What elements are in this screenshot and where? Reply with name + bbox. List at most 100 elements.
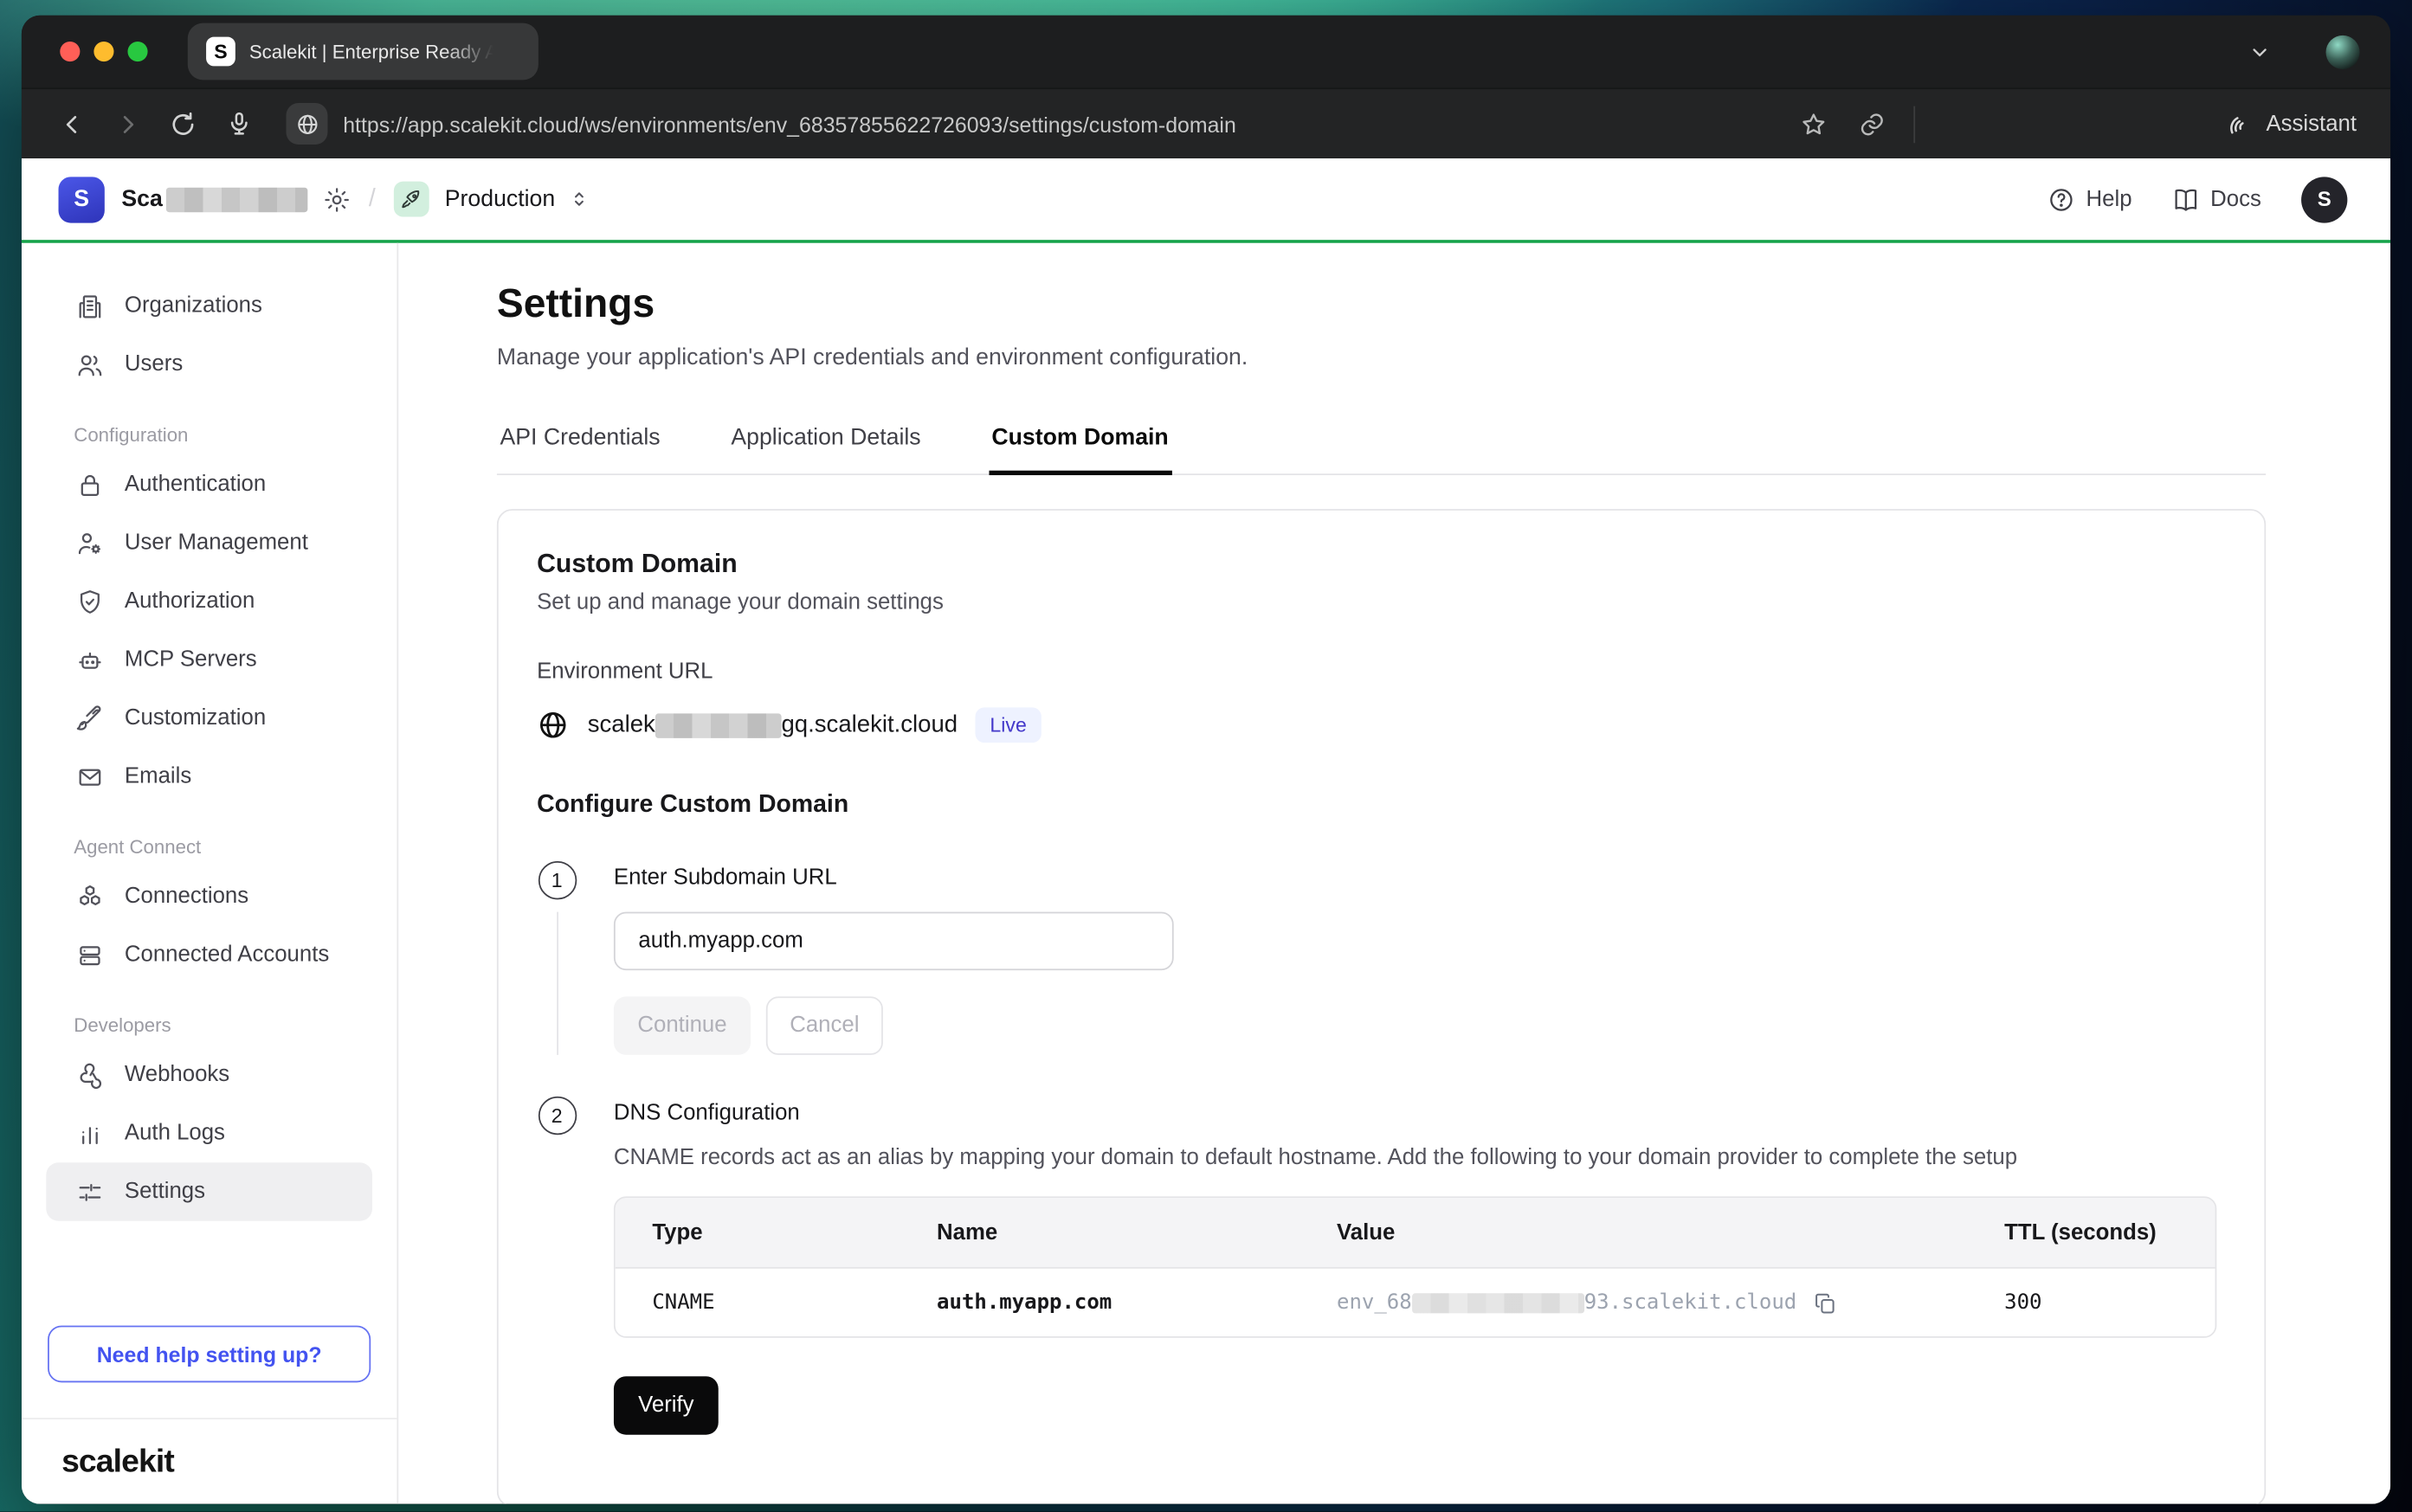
assistant-button[interactable]: Assistant [2226, 110, 2357, 138]
robot-icon [74, 645, 105, 674]
record-ttl: 300 [1968, 1290, 2215, 1315]
sidebar-item-connections[interactable]: Connections [46, 867, 372, 926]
environment-name[interactable]: Production [445, 186, 555, 212]
column-header-type: Type [616, 1220, 900, 1245]
sidebar-item-authorization[interactable]: Authorization [46, 572, 372, 631]
browser-profile-avatar[interactable] [2325, 35, 2359, 68]
site-globe-icon[interactable] [286, 103, 327, 145]
record-value-prefix: env_68 [1337, 1290, 1412, 1315]
help-button[interactable]: Help [2048, 185, 2131, 213]
sidebar-footer: scalekit [22, 1418, 397, 1504]
sidebar: Organizations Users Configuration Authen… [22, 243, 398, 1504]
continue-button[interactable]: Continue [614, 996, 751, 1055]
sidebar-item-webhooks[interactable]: Webhooks [46, 1046, 372, 1104]
environment-url-value: scalekgq.scalekit.cloud [588, 711, 958, 739]
browser-tab-bar: S Scalekit | Enterprise Ready A [22, 16, 2390, 88]
sidebar-item-label: Users [125, 352, 183, 376]
scalekit-app: S Sca / Production [22, 158, 2390, 1504]
tab-application-details[interactable]: Application Details [728, 409, 924, 475]
verify-button[interactable]: Verify [614, 1376, 719, 1435]
close-button[interactable] [60, 42, 80, 61]
user-gear-icon [74, 528, 105, 557]
sidebar-item-authentication[interactable]: Authentication [46, 455, 372, 514]
workspace-name-prefix: Sca [121, 186, 162, 212]
sidebar-item-customization[interactable]: Customization [46, 689, 372, 748]
step-2-number: 2 [538, 1097, 576, 1135]
sidebar-item-mcp-servers[interactable]: MCP Servers [46, 630, 372, 689]
zoom-button[interactable] [127, 42, 147, 61]
sidebar-item-label: MCP Servers [125, 647, 257, 672]
reload-icon[interactable] [166, 106, 200, 140]
sidebar-item-connected-accounts[interactable]: Connected Accounts [46, 926, 372, 985]
tab-api-credentials[interactable]: API Credentials [497, 409, 663, 475]
workspace-name[interactable]: Sca [121, 186, 306, 212]
back-icon[interactable] [55, 106, 89, 140]
step-2-title: DNS Configuration [614, 1097, 2226, 1126]
sidebar-item-label: Authentication [125, 472, 266, 496]
webhook-icon [74, 1060, 105, 1090]
env-url-prefix: scalek [588, 711, 655, 739]
environment-switcher-icon[interactable] [567, 188, 590, 211]
browser-tab[interactable]: S Scalekit | Enterprise Ready A [188, 23, 539, 80]
sidebar-item-auth-logs[interactable]: Auth Logs [46, 1104, 372, 1163]
sidebar-item-organizations[interactable]: Organizations [46, 277, 372, 336]
sidebar-item-user-management[interactable]: User Management [46, 513, 372, 572]
sidebar-item-label: Auth Logs [125, 1121, 225, 1145]
organizations-icon [74, 292, 105, 321]
sidebar-item-label: User Management [125, 531, 308, 555]
docs-button[interactable]: Docs [2172, 185, 2261, 213]
step-connector-line [556, 912, 558, 1055]
tab-custom-domain[interactable]: Custom Domain [989, 409, 1171, 475]
need-help-button[interactable]: Need help setting up? [48, 1326, 371, 1383]
column-header-value: Value [1300, 1220, 1967, 1245]
page-title: Settings [497, 280, 2266, 327]
sidebar-item-label: Connections [125, 885, 248, 909]
assistant-label: Assistant [2266, 112, 2357, 136]
workspace-settings-gear-icon[interactable] [323, 185, 351, 213]
globe-icon [537, 709, 569, 741]
column-header-name: Name [900, 1220, 1300, 1245]
sidebar-item-label: Authorization [125, 589, 255, 614]
help-icon [2048, 185, 2075, 213]
page-subtitle: Manage your application's API credential… [497, 344, 2266, 370]
sidebar-section-developers: Developers [22, 984, 397, 1046]
copy-link-icon[interactable] [1855, 106, 1889, 140]
settings-tabs: API Credentials Application Details Cust… [497, 409, 2266, 475]
toolbar-divider [1914, 106, 1916, 143]
dns-description: CNAME records act as an alias by mapping… [614, 1146, 2226, 1170]
card-subtitle: Set up and manage your domain settings [537, 590, 2226, 614]
lock-icon [74, 470, 105, 499]
copy-icon[interactable] [1812, 1290, 1838, 1316]
sidebar-item-users[interactable]: Users [46, 335, 372, 394]
window-controls [60, 42, 147, 61]
configure-custom-domain-title: Configure Custom Domain [537, 792, 2226, 820]
mail-icon [74, 762, 105, 791]
browser-toolbar: https://app.scalekit.cloud/ws/environmen… [22, 87, 2390, 158]
bookmark-star-icon[interactable] [1797, 106, 1831, 140]
forward-icon[interactable] [111, 106, 145, 140]
record-value: env_6893.scalekit.cloud [1300, 1290, 1967, 1316]
bar-chart-icon [74, 1119, 105, 1148]
microphone-icon[interactable] [222, 106, 255, 140]
dns-table-row: CNAME auth.myapp.com env_6893.scalekit.c… [616, 1269, 2215, 1336]
sidebar-section-agent-connect: Agent Connect [22, 806, 397, 867]
sidebar-item-emails[interactable]: Emails [46, 748, 372, 807]
users-icon [74, 350, 105, 379]
sidebar-item-settings[interactable]: Settings [46, 1162, 372, 1221]
chevron-down-icon[interactable] [2243, 35, 2277, 68]
address-bar[interactable]: https://app.scalekit.cloud/ws/environmen… [343, 112, 1778, 136]
card-title: Custom Domain [537, 549, 2226, 580]
sidebar-item-label: Customization [125, 706, 266, 730]
workspace-logo[interactable]: S [59, 176, 105, 222]
minimize-button[interactable] [94, 42, 113, 61]
tab-title: Scalekit | Enterprise Ready A [249, 41, 498, 62]
column-header-ttl: TTL (seconds) [1968, 1220, 2215, 1245]
sidebar-item-label: Connected Accounts [125, 943, 329, 967]
cancel-button[interactable]: Cancel [766, 996, 883, 1055]
redacted-workspace-name [165, 187, 306, 211]
step-2: 2 DNS Configuration CNAME records act as… [537, 1097, 2226, 1435]
subdomain-input[interactable] [614, 912, 1174, 971]
user-avatar[interactable]: S [2301, 176, 2347, 222]
book-icon [2172, 185, 2200, 213]
dns-table-header: Type Name Value TTL (seconds) [616, 1198, 2215, 1269]
